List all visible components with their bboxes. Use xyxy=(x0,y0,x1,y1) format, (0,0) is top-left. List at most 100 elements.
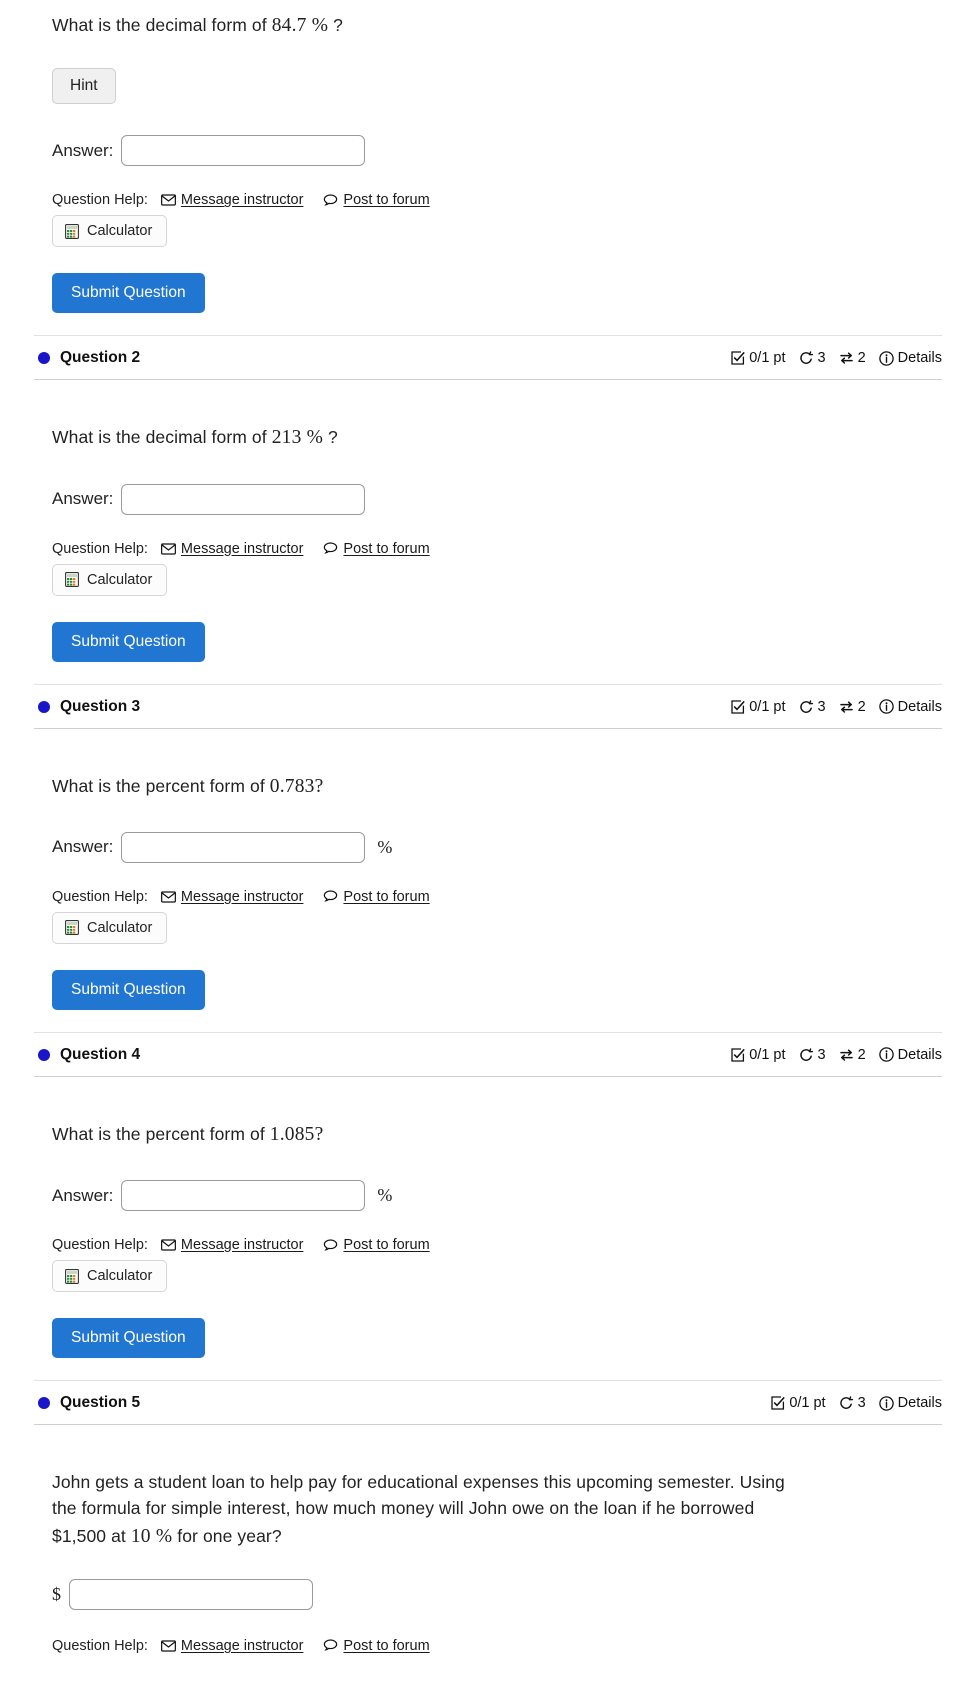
question-header-5: Question 5 0/1 pt 3 Details xyxy=(34,1380,942,1426)
checked-box-icon xyxy=(731,1048,746,1062)
calculator-button[interactable]: Calculator xyxy=(52,911,168,944)
answer-row-3: Answer: % xyxy=(52,831,942,863)
submit-question-button[interactable]: Submit Question xyxy=(52,1318,205,1359)
retries-value: 3 xyxy=(857,1395,866,1412)
message-instructor-link[interactable]: Message instructor xyxy=(160,1237,303,1253)
status-dot-icon xyxy=(38,700,50,713)
question-body-4: What is the percent form of 1.085? Answe… xyxy=(0,1077,976,1380)
swaps-stat: 2 xyxy=(839,350,866,366)
question-body-3: What is the percent form of 0.783? Answe… xyxy=(0,729,976,1032)
details-link[interactable]: Details xyxy=(898,699,942,715)
info-circle-icon xyxy=(878,699,894,714)
calculator-icon xyxy=(65,223,79,239)
prompt-math-value: 1.085? xyxy=(269,1123,324,1145)
points-stat: 0/1 pt xyxy=(731,699,786,715)
details-link[interactable]: Details xyxy=(898,1395,942,1411)
retries-stat: 3 xyxy=(799,350,826,366)
prompt-text: What is the decimal form of xyxy=(52,427,272,448)
percent-unit-label: % xyxy=(377,1185,393,1206)
answer-label: Answer: xyxy=(52,489,114,509)
prompt-math-value: 0.783? xyxy=(269,775,324,797)
percent-unit-label: % xyxy=(377,836,393,857)
post-to-forum-link[interactable]: Post to forum xyxy=(323,541,430,557)
calculator-label: Calculator xyxy=(87,1268,153,1285)
speech-bubble-icon xyxy=(323,194,338,207)
retries-stat: 3 xyxy=(799,1047,826,1063)
answer-input[interactable] xyxy=(121,483,366,515)
dollar-sign-label: $ xyxy=(52,1583,61,1604)
checked-box-icon xyxy=(731,351,746,365)
post-to-forum-label: Post to forum xyxy=(343,888,430,905)
details-stat[interactable]: Details xyxy=(878,699,942,715)
submit-question-button[interactable]: Submit Question xyxy=(52,621,205,662)
message-instructor-label: Message instructor xyxy=(180,1637,304,1654)
post-to-forum-link[interactable]: Post to forum xyxy=(323,1237,430,1253)
message-instructor-link[interactable]: Message instructor xyxy=(160,1637,304,1654)
answer-input[interactable] xyxy=(69,1578,313,1610)
info-circle-icon xyxy=(878,351,894,366)
calculator-button[interactable]: Calculator xyxy=(52,1260,168,1293)
details-link[interactable]: Details xyxy=(898,1047,942,1063)
calculator-button[interactable]: Calculator xyxy=(52,215,168,248)
answer-row-1: Answer: xyxy=(52,135,942,167)
prompt-percent-symbol: % xyxy=(306,427,324,449)
question-help-row-4: Question Help: Message instructor Post t… xyxy=(52,1237,942,1253)
hint-button[interactable]: Hint xyxy=(52,68,116,105)
swap-arrows-icon xyxy=(839,351,854,365)
status-dot-icon xyxy=(38,352,50,365)
answer-row-5: $ xyxy=(52,1578,942,1610)
envelope-icon xyxy=(160,1640,176,1652)
answer-row-2: Answer: xyxy=(52,483,942,515)
details-link[interactable]: Details xyxy=(898,350,942,366)
submit-wrap-4: Submit Question xyxy=(52,1292,942,1359)
points-value: 0/1 pt xyxy=(789,1395,826,1412)
retries-stat: 3 xyxy=(839,1395,866,1411)
calculator-icon xyxy=(65,1268,79,1284)
submit-question-button[interactable]: Submit Question xyxy=(52,969,205,1010)
question-header-3: Question 3 0/1 pt 3 2 Details xyxy=(34,683,942,729)
details-stat[interactable]: Details xyxy=(878,350,942,366)
checked-box-icon xyxy=(731,699,746,714)
swap-arrows-icon xyxy=(839,700,854,714)
question-block-4: Question 4 0/1 pt 3 2 Details What is th… xyxy=(0,1031,976,1380)
calculator-icon xyxy=(65,572,79,587)
points-stat: 0/1 pt xyxy=(731,1047,786,1063)
question-prompt-2: What is the decimal form of 213 % ? xyxy=(52,380,942,452)
info-circle-icon xyxy=(878,1047,894,1063)
question-help-row-3: Question Help: Message instructor Post t… xyxy=(52,889,942,905)
question-header-4: Question 4 0/1 pt 3 2 Details xyxy=(34,1031,942,1077)
message-instructor-label: Message instructor xyxy=(180,888,304,905)
assignment-page: What is the decimal form of 84.7 % ? Hin… xyxy=(0,0,976,1654)
prompt-suffix: ? xyxy=(333,15,343,35)
question-header-stats: 0/1 pt 3 2 Details xyxy=(731,1047,942,1063)
prompt-text: What is the percent form of xyxy=(52,1123,270,1144)
message-instructor-link[interactable]: Message instructor xyxy=(160,888,304,905)
message-instructor-link[interactable]: Message instructor xyxy=(160,541,303,557)
post-to-forum-link[interactable]: Post to forum xyxy=(323,1638,430,1654)
calculator-button[interactable]: Calculator xyxy=(52,563,168,596)
answer-input[interactable] xyxy=(121,831,366,863)
speech-bubble-icon xyxy=(323,1238,338,1252)
swap-arrows-icon xyxy=(839,1048,854,1062)
question-title: Question 5 xyxy=(60,1394,141,1412)
retries-value: 3 xyxy=(817,350,826,367)
details-stat[interactable]: Details xyxy=(878,1395,942,1411)
post-to-forum-link[interactable]: Post to forum xyxy=(323,888,430,905)
answer-input[interactable] xyxy=(121,135,366,167)
answer-input[interactable] xyxy=(121,1180,366,1212)
post-to-forum-link[interactable]: Post to forum xyxy=(323,192,430,208)
swaps-value: 2 xyxy=(857,1046,866,1063)
answer-label: Answer: xyxy=(52,1185,114,1205)
question-title: Question 2 xyxy=(60,349,141,367)
status-dot-icon xyxy=(38,1048,50,1061)
answer-row-4: Answer: % xyxy=(52,1180,942,1212)
checked-box-icon xyxy=(771,1396,786,1410)
question-prompt-1: What is the decimal form of 84.7 % ? xyxy=(52,0,942,40)
envelope-icon xyxy=(160,891,176,903)
message-instructor-link[interactable]: Message instructor xyxy=(160,192,303,208)
swaps-value: 2 xyxy=(857,698,866,715)
submit-question-button[interactable]: Submit Question xyxy=(52,273,205,314)
details-stat[interactable]: Details xyxy=(878,1047,942,1063)
